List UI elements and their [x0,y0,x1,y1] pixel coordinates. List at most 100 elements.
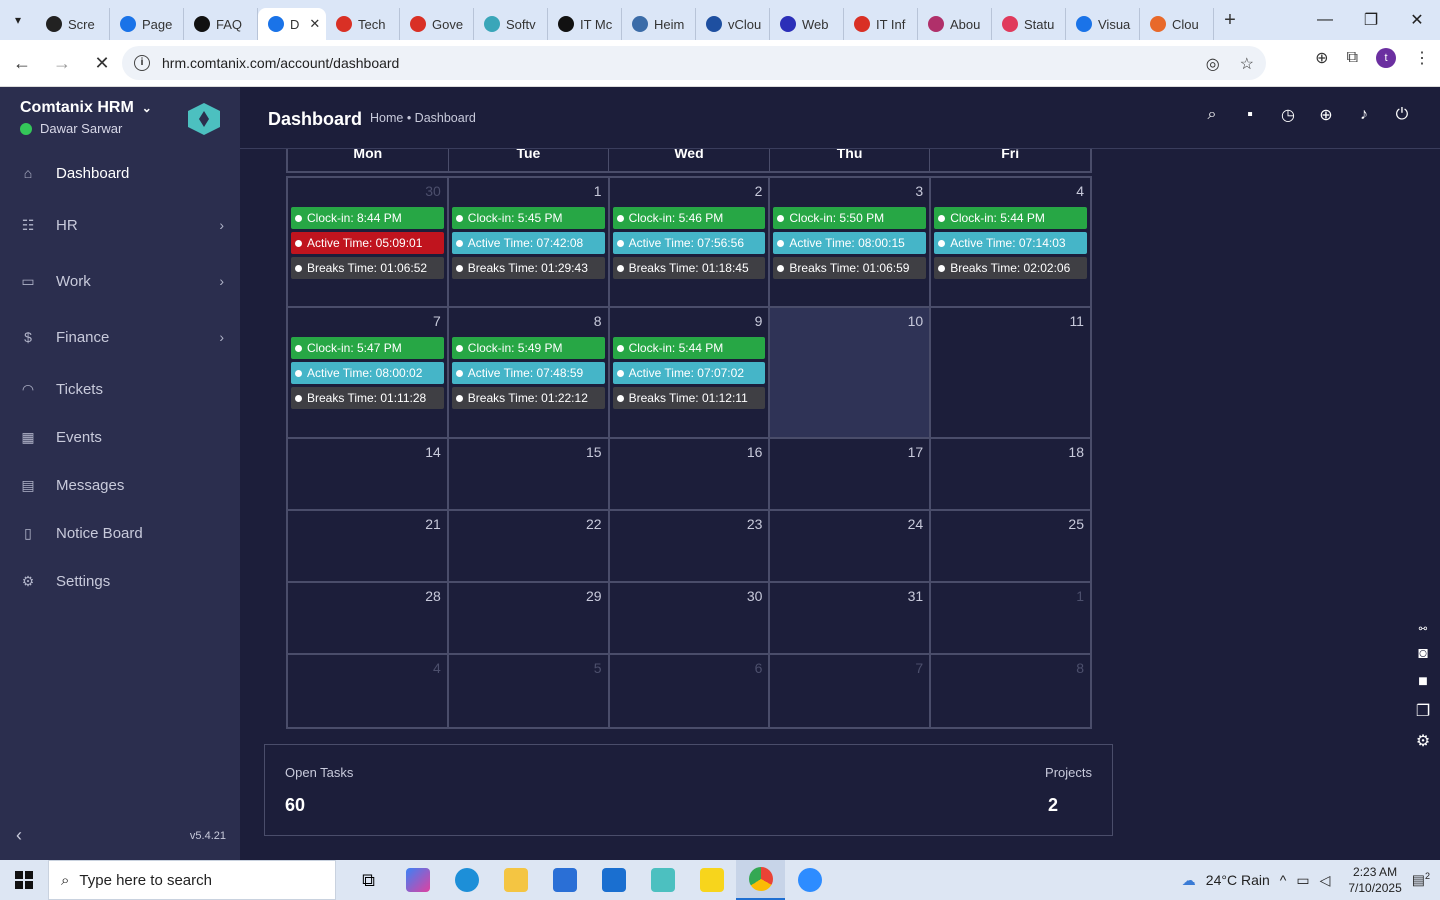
browser-tab[interactable]: Gove [400,8,474,40]
sidebar-item-events[interactable]: ▦ Events [0,413,240,461]
browser-tab[interactable]: IT Inf [844,8,918,40]
search-icon[interactable]: ⌕ [1204,106,1220,123]
browser-tab[interactable]: Scre [36,8,110,40]
brand-switcher[interactable]: Comtanix HRM ⌄ [20,99,152,117]
attendance-event[interactable]: Clock-in: 5:49 PM [451,337,605,359]
sidebar-item-settings[interactable]: ⚙ Settings [0,557,240,605]
browser-tab[interactable]: Tech [326,8,400,40]
browser-tab[interactable]: Softv [474,8,548,40]
calendar-day-cell[interactable]: 9 Clock-in: 5:44 PM Active Time: 07:07:02 B… [610,308,771,437]
calendar-day-cell[interactable]: 5 [449,655,610,727]
camera-icon[interactable]: ◙ [1418,645,1428,663]
chevron-up-icon[interactable]: ^ [1280,872,1287,888]
attendance-event[interactable]: Breaks Time: 01:18:45 [612,257,766,279]
store-icon[interactable] [540,860,589,900]
breadcrumb[interactable]: Home • Dashboard [370,111,476,125]
window-icon[interactable]: ❐ [1416,701,1430,721]
sticky-note-icon[interactable]: ▪ [1242,106,1258,123]
app-logo[interactable] [188,103,220,135]
attendance-event[interactable]: Clock-in: 5:50 PM [773,207,927,229]
calendar-day-cell[interactable]: 8 [931,655,1090,727]
sticky-notes-icon[interactable] [687,860,736,900]
sidebar-item-notice-board[interactable]: ▯ Notice Board [0,509,240,557]
sidebar-item-hr[interactable]: ☷ HR › [0,197,240,253]
browser-tab[interactable]: FAQ [184,8,258,40]
calendar-day-cell[interactable]: 30 [610,583,771,653]
calendar-day-cell[interactable]: 24 [770,511,932,581]
calendar-day-cell[interactable]: 2 Clock-in: 5:46 PM Active Time: 07:56:56 B… [610,178,771,306]
calendar-day-cell[interactable]: 4 Clock-in: 5:44 PM Active Time: 07:14:03 B… [931,178,1090,306]
site-info-icon[interactable]: i [134,55,150,71]
attendance-event[interactable]: Clock-in: 5:44 PM [934,207,1087,229]
network-icon[interactable]: ▭ [1296,872,1309,889]
translate-icon[interactable]: ⊕ [1315,48,1328,68]
close-tab-icon[interactable]: ✕ [309,16,320,32]
edge-icon[interactable] [442,860,491,900]
attendance-event[interactable]: Active Time: 07:56:56 [612,232,766,254]
attendance-event[interactable]: Breaks Time: 01:22:12 [451,387,605,409]
restore-icon[interactable]: ❐ [1348,0,1394,40]
open-tasks-value[interactable]: 60 [285,795,305,816]
browser-menu-icon[interactable]: ⋮ [1414,48,1430,68]
calendar-day-cell[interactable]: 4 [288,655,449,727]
projects-value[interactable]: 2 [1048,795,1058,816]
calendar-day-cell[interactable]: 22 [449,511,610,581]
calendar-day-cell[interactable]: 25 [931,511,1090,581]
attendance-event[interactable]: Clock-in: 5:47 PM [291,337,444,359]
video-icon[interactable]: ■ [1418,673,1428,691]
browser-tab[interactable]: Page [110,8,184,40]
attendance-event[interactable]: Clock-in: 5:46 PM [612,207,766,229]
mail-icon[interactable] [589,860,638,900]
file-explorer-icon[interactable] [491,860,540,900]
calendar-day-cell[interactable]: 16 [610,439,771,509]
calendar-day-cell[interactable]: 17 [770,439,932,509]
attendance-event[interactable]: Breaks Time: 02:02:06 [934,257,1087,279]
attendance-event[interactable]: Active Time: 05:09:01 [291,232,444,254]
calendar-day-cell[interactable]: 29 [449,583,610,653]
sidebar-item-finance[interactable]: $ Finance › [0,309,240,365]
sidebar-item-dashboard[interactable]: ⌂ Dashboard [0,149,240,197]
sidebar-item-messages[interactable]: ▤ Messages [0,461,240,509]
attendance-event[interactable]: Breaks Time: 01:29:43 [451,257,605,279]
attendance-event[interactable]: Breaks Time: 01:12:11 [612,387,766,409]
tracking-protection-icon[interactable]: ◎ [1206,54,1220,74]
attendance-event[interactable]: Breaks Time: 01:06:59 [773,257,927,279]
calendar-day-cell[interactable]: 11 [931,308,1090,437]
weather-icon[interactable]: ☁ [1182,872,1196,889]
bell-icon[interactable]: ♪ [1356,106,1372,123]
taskbar-search[interactable]: ⌕ Type here to search [48,860,336,900]
gear-icon[interactable]: ⚙ [1416,731,1430,751]
sidebar-item-work[interactable]: ▭ Work › [0,253,240,309]
new-tab-button[interactable]: + [1214,9,1246,32]
calendar-day-cell[interactable]: 7 [770,655,932,727]
extensions-icon[interactable]: ⧉ [1347,49,1358,67]
calendar-day-cell[interactable]: 1 [931,583,1090,653]
attendance-event[interactable]: Active Time: 08:00:15 [773,232,927,254]
link-icon[interactable]: ⚯ [1419,624,1427,635]
zoom-icon[interactable] [785,860,834,900]
copilot-icon[interactable] [393,860,442,900]
attendance-event[interactable]: Active Time: 08:00:02 [291,362,444,384]
browser-tab[interactable]: Abou [918,8,992,40]
profile-avatar[interactable]: t [1376,48,1396,68]
attendance-event[interactable]: Clock-in: 5:44 PM [612,337,766,359]
browser-tab[interactable]: Visua [1066,8,1140,40]
volume-icon[interactable]: ◁ [1320,872,1331,889]
attendance-event[interactable]: Breaks Time: 01:11:28 [291,387,444,409]
sidebar-item-tickets[interactable]: ◠ Tickets [0,365,240,413]
notifications-icon[interactable]: ▤2 [1412,871,1430,889]
weather-text[interactable]: 24°C Rain [1206,872,1270,888]
calendar-day-cell[interactable]: 23 [610,511,771,581]
attendance-event[interactable]: Clock-in: 8:44 PM [291,207,444,229]
close-window-icon[interactable]: ✕ [1394,0,1440,40]
calendar-day-cell[interactable]: 6 [610,655,771,727]
calendar-day-cell[interactable]: 14 [288,439,449,509]
forward-icon[interactable]: → [44,45,80,81]
browser-tab[interactable]: Statu [992,8,1066,40]
calendar-day-cell[interactable]: 3 Clock-in: 5:50 PM Active Time: 08:00:15 B… [770,178,932,306]
chrome-icon[interactable] [736,860,785,900]
calendar-day-cell[interactable]: 31 [770,583,932,653]
calendar-day-cell[interactable]: 7 Clock-in: 5:47 PM Active Time: 08:00:02 B… [288,308,449,437]
attendance-event[interactable]: Active Time: 07:07:02 [612,362,766,384]
attendance-event[interactable]: Active Time: 07:14:03 [934,232,1087,254]
